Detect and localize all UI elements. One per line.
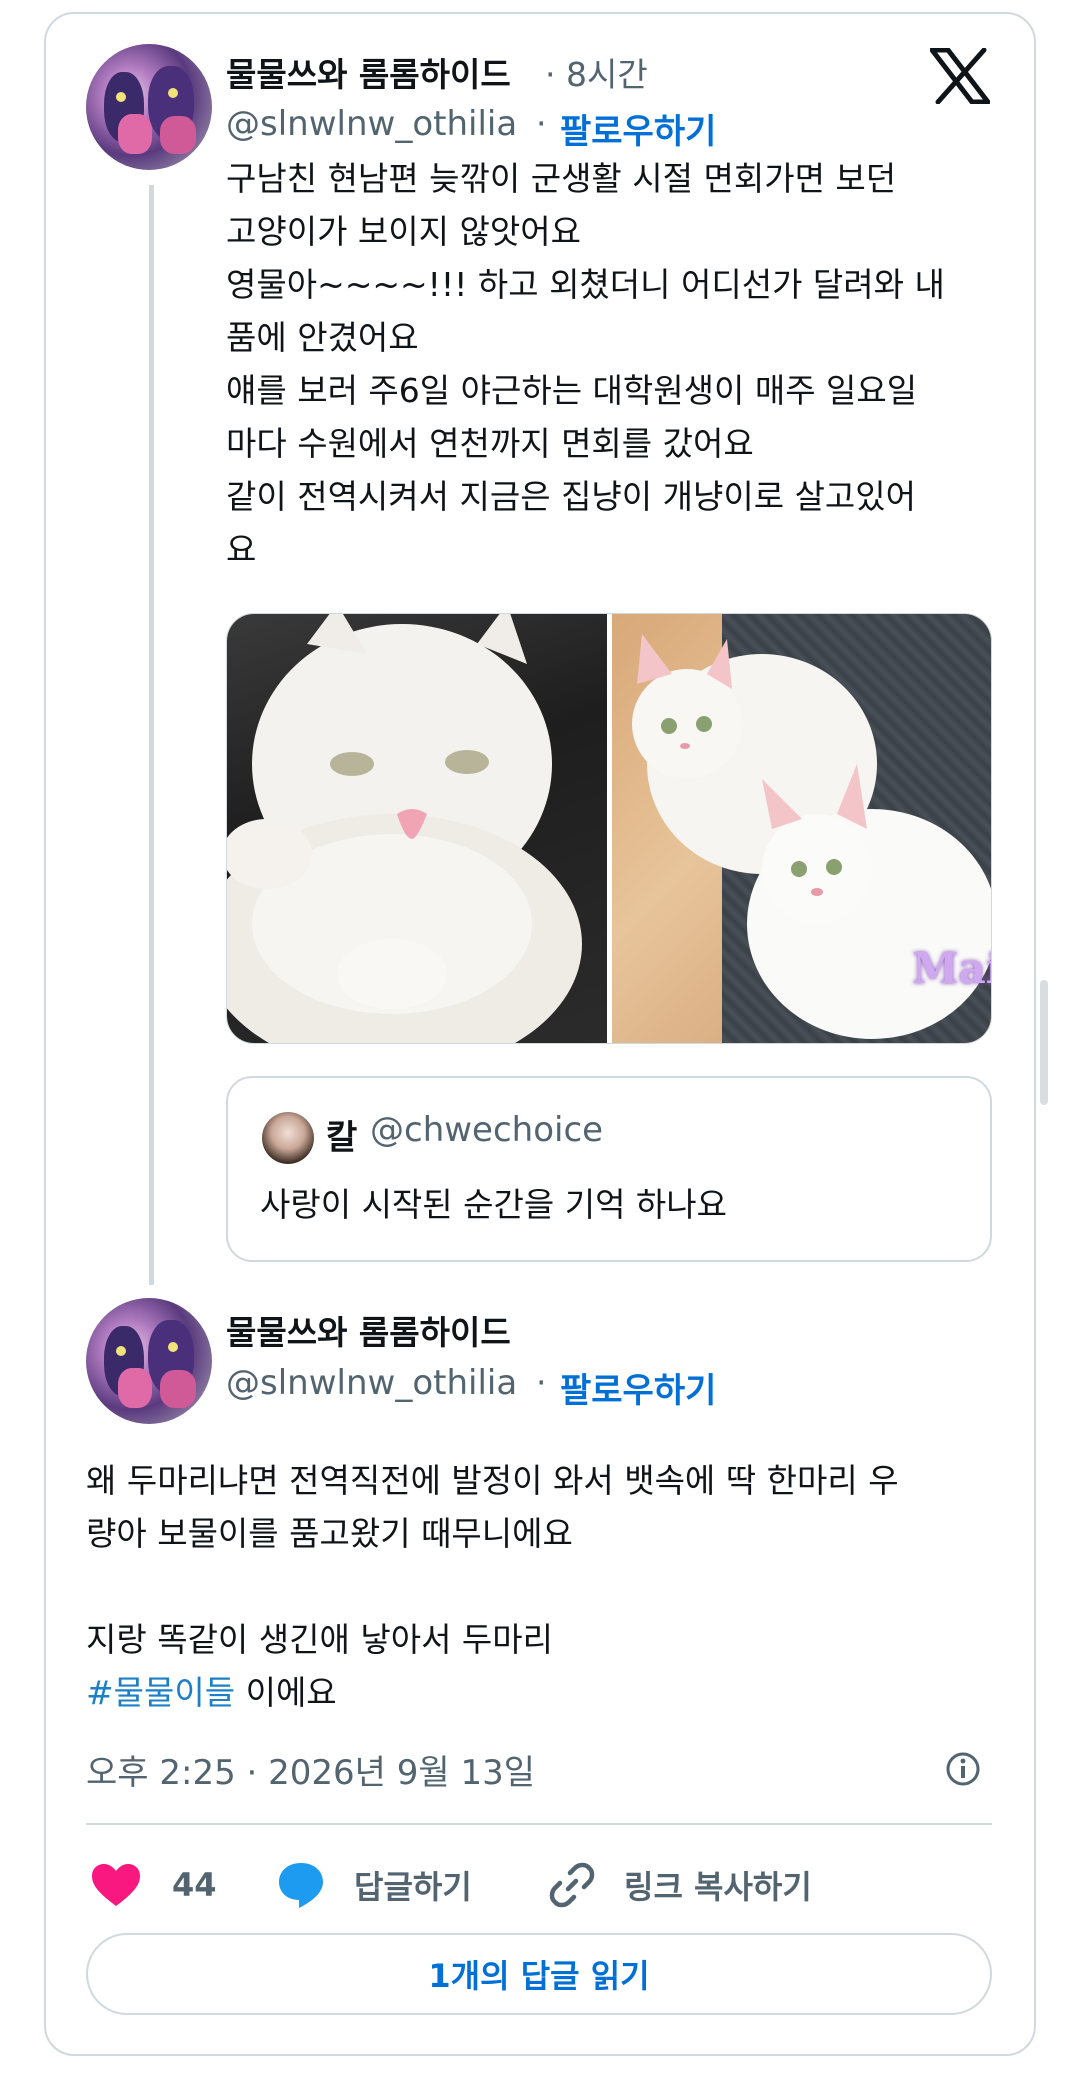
author-avatar[interactable] (86, 44, 212, 170)
tweet-timestamp[interactable]: 오후 2:25 · 2026년 9월 13일 (86, 1745, 535, 1794)
hashtag-link[interactable]: #물물이들 (86, 1673, 235, 1712)
tweet-line: 마다 수원에서 연천까지 면회를 갔어요 (226, 424, 754, 463)
heart-icon (92, 1864, 140, 1906)
link-icon (549, 1862, 595, 1908)
separator-dot: · (536, 1363, 547, 1402)
tweet-line: 지랑 똑같이 생긴애 낳아서 두마리 (86, 1620, 553, 1659)
tweet-line: 영물아~~~~!!! 하고 외쳤더니 어디선가 달려와 내 (226, 265, 945, 304)
tweet-media-grid: Mail (226, 613, 992, 1044)
copy-link-label: 링크 복사하기 (624, 1868, 812, 1906)
like-count: 44 (172, 1866, 217, 1904)
tweet-body: 왜 두마리냐면 전역직전에 발정이 와서 뱃속에 딱 한마리 우 량아 보물이를… (86, 1454, 899, 1719)
quoted-author-name[interactable]: 칼 (326, 1110, 357, 1159)
read-replies-button[interactable]: 1개의 답글 읽기 (86, 1933, 992, 2015)
quoted-tweet[interactable]: 칼 @chwechoice 사랑이 시작된 순간을 기억 하나요 (226, 1076, 992, 1262)
tweet-line: 얘를 보러 주6일 야근하는 대학원생이 매주 일요일 (226, 371, 918, 410)
quoted-author-avatar[interactable] (262, 1112, 314, 1164)
author-display-name[interactable]: 물물쓰와 롬롬하이드 (226, 1306, 511, 1354)
author-display-name[interactable]: 물물쓰와 롬롬하이드 (226, 48, 511, 96)
quoted-author-handle[interactable]: @chwechoice (370, 1110, 603, 1150)
tweet-line: 구남친 현남편 늦깎이 군생활 시절 면회가면 보던 (226, 159, 897, 198)
like-button[interactable]: 44 (90, 1855, 217, 1915)
reply-label: 답글하기 (354, 1868, 472, 1906)
tweet-line: 같이 전역시켜서 지금은 집냥이 개냥이로 살고있어 (226, 477, 917, 516)
photo-white-cat-closeup[interactable] (227, 614, 607, 1043)
author-avatar[interactable] (86, 1298, 212, 1424)
copy-link-button[interactable]: 링크 복사하기 (548, 1855, 812, 1915)
tweet-body: 구남친 현남편 늦깎이 군생활 시절 면회가면 보던 고양이가 보이지 않앗어요… (226, 152, 945, 576)
divider (86, 1823, 992, 1825)
reply-button[interactable]: 답글하기 (276, 1855, 472, 1915)
tweet-line: 품에 안겼어요 (226, 318, 419, 357)
tweet-line: #물물이들 이에요 (86, 1673, 337, 1712)
separator-dot: · (536, 104, 547, 143)
info-icon[interactable] (944, 1750, 982, 1788)
x-logo-icon[interactable] (930, 48, 990, 104)
tweet-relative-time[interactable]: · 8시간 (545, 48, 648, 96)
scrollbar[interactable] (1040, 980, 1048, 1105)
photo-watermark: Mail (912, 944, 991, 993)
tweet-line: 요 (226, 530, 257, 569)
quoted-tweet-text: 사랑이 시작된 순간을 기억 하나요 (260, 1185, 727, 1224)
author-handle[interactable]: @slnwlnw_othilia (226, 104, 517, 144)
author-handle[interactable]: @slnwlnw_othilia (226, 1363, 517, 1403)
follow-button[interactable]: 팔로우하기 (560, 104, 716, 153)
thread-connector-line (149, 185, 154, 1285)
follow-button[interactable]: 팔로우하기 (560, 1363, 716, 1412)
tweet-line: 고양이가 보이지 않앗어요 (226, 212, 581, 251)
tweet-line: 량아 보물이를 품고왔기 때무니에요 (86, 1514, 573, 1553)
speech-bubble-icon (279, 1863, 323, 1908)
photo-two-white-cats[interactable]: Mail (612, 614, 991, 1043)
tweet-line: 왜 두마리냐면 전역직전에 발정이 와서 뱃속에 딱 한마리 우 (86, 1461, 899, 1500)
